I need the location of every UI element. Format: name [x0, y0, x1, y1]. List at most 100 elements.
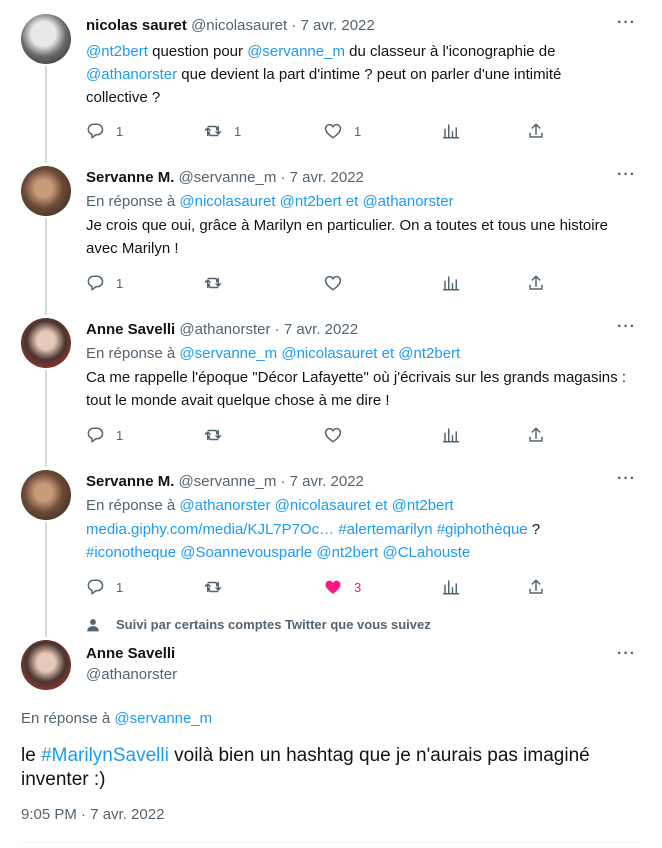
tweet[interactable]: nicolas sauret @nicolasauret · 7 avr. 20…	[0, 0, 662, 160]
reply-context: En réponse à @athanorster @nicolasauret …	[86, 496, 454, 516]
tweet[interactable]: Anne Savelli @athanorster · 7 avr. 2022 …	[0, 304, 662, 456]
tweet-link[interactable]: media.giphy.com/media/KJL7P7Oc…	[86, 521, 334, 538]
like-button[interactable]: 3	[324, 577, 361, 597]
retweet-button[interactable]	[204, 273, 234, 293]
tweet-link[interactable]: @servanne_m	[247, 43, 345, 60]
tweet-link[interactable]: #alertemarilyn #giphothèque	[338, 521, 527, 538]
avatar[interactable]	[21, 470, 71, 520]
tweet-actions: 1	[86, 273, 556, 293]
views-icon	[442, 580, 460, 595]
tweet-text: @nt2bert question pour @servanne_m du cl…	[86, 40, 626, 109]
likes-count: 1	[354, 123, 362, 139]
reply-icon	[87, 123, 104, 139]
person-icon	[87, 618, 99, 631]
like-icon	[324, 123, 342, 139]
retweet-icon	[204, 125, 222, 137]
main-tweet-text: le #MarilynSavelli voilà bien un hashtag…	[21, 744, 641, 792]
tweet-actions: 13	[86, 577, 556, 597]
replies-count: 1	[116, 427, 124, 443]
views-button[interactable]	[442, 121, 460, 141]
share-icon	[529, 579, 543, 594]
reply-prefix: En réponse à	[86, 193, 176, 210]
retweet-icon	[204, 277, 222, 289]
reply-button[interactable]: 1	[86, 425, 123, 445]
reply-handles[interactable]: @servanne_m @nicolasauret et @nt2bert	[179, 345, 460, 362]
author-name[interactable]: Anne Savelli	[86, 321, 175, 338]
retweet-icon	[204, 429, 222, 441]
main-timestamp[interactable]: 9:05 PM · 7 avr. 2022	[21, 806, 164, 823]
more-icon[interactable]: ···	[617, 318, 636, 336]
social-context-text: Suivi par certains comptes Twitter que v…	[116, 617, 431, 632]
separator-dot: ·	[280, 473, 286, 490]
like-icon	[325, 580, 341, 594]
tweet-actions: 1	[86, 425, 556, 445]
reply-handles[interactable]: @athanorster @nicolasauret et @nt2bert	[179, 497, 453, 514]
likes-count: 3	[354, 579, 362, 595]
retweets-count: 1	[234, 123, 242, 139]
share-button[interactable]	[527, 121, 545, 141]
replies-count: 1	[116, 579, 124, 595]
like-button[interactable]	[324, 425, 354, 445]
author-handle[interactable]: @athanorster	[179, 321, 270, 338]
tweet-actions: 1 1 1	[86, 121, 556, 141]
text-segment: du classeur à l'iconographie de	[344, 43, 556, 60]
tweet-link[interactable]: #iconotheque @Soannevousparle @nt2bert @…	[86, 544, 470, 561]
text-segment: Je crois que oui, grâce à Marilyn en par…	[86, 217, 608, 257]
hashtag-link[interactable]: #MarilynSavelli	[41, 745, 169, 766]
tweet-date[interactable]: 7 avr. 2022	[290, 169, 364, 186]
share-button[interactable]	[527, 425, 545, 445]
tweet-date[interactable]: 7 avr. 2022	[290, 473, 364, 490]
separator-dot: ·	[280, 169, 286, 186]
reply-prefix: En réponse à	[21, 710, 111, 727]
tweet-date[interactable]: 7 avr. 2022	[284, 321, 358, 338]
retweet-button[interactable]: 1	[204, 121, 241, 141]
reply-handles[interactable]: @nicolasauret @nt2bert et @athanorster	[179, 193, 453, 210]
like-button[interactable]: 1	[324, 121, 361, 141]
views-button[interactable]	[442, 577, 460, 597]
replies-count: 1	[116, 275, 124, 291]
reply-handle[interactable]: @servanne_m	[114, 710, 212, 727]
author-name[interactable]: Servanne M.	[86, 473, 174, 490]
like-icon	[324, 427, 342, 443]
more-icon[interactable]: ···	[617, 14, 636, 32]
retweet-button[interactable]	[204, 425, 234, 445]
like-button[interactable]	[324, 273, 354, 293]
more-icon[interactable]: ···	[617, 645, 636, 663]
reply-icon	[87, 427, 104, 443]
separator-dot: ·	[274, 321, 280, 338]
reply-button[interactable]: 1	[86, 273, 123, 293]
text-segment: Ca me rappelle l'époque "Décor Lafayette…	[86, 369, 626, 409]
separator-dot: ·	[291, 17, 297, 34]
author-handle[interactable]: @nicolasauret	[191, 17, 287, 34]
tweet[interactable]: Servanne M. @servanne_m · 7 avr. 2022 ··…	[0, 456, 662, 608]
tweet-link[interactable]: @nt2bert	[86, 43, 148, 60]
reply-button[interactable]: 1	[86, 577, 123, 597]
share-icon	[529, 123, 543, 138]
share-button[interactable]	[527, 273, 545, 293]
views-icon	[442, 124, 460, 139]
tweet-link[interactable]: @athanorster	[86, 66, 177, 83]
author-name[interactable]: Servanne M.	[86, 169, 174, 186]
avatar[interactable]	[21, 14, 71, 64]
reply-button[interactable]: 1	[86, 121, 123, 141]
avatar[interactable]	[21, 640, 71, 690]
author-name[interactable]: nicolas sauret	[86, 17, 187, 34]
author-handle[interactable]: @servanne_m	[179, 473, 277, 490]
tweet[interactable]: Servanne M. @servanne_m · 7 avr. 2022 ··…	[0, 152, 662, 304]
avatar[interactable]	[21, 166, 71, 216]
avatar[interactable]	[21, 318, 71, 368]
tweet-date[interactable]: 7 avr. 2022	[301, 17, 375, 34]
views-button[interactable]	[442, 425, 460, 445]
main-author-name[interactable]: Anne Savelli	[86, 645, 175, 662]
retweet-button[interactable]	[204, 577, 234, 597]
share-button[interactable]	[527, 577, 545, 597]
reply-context: En réponse à @servanne_m @nicolasauret e…	[86, 344, 460, 364]
views-icon	[442, 428, 460, 443]
text-segment: question pour	[147, 43, 248, 60]
more-icon[interactable]: ···	[617, 166, 636, 184]
main-author-handle[interactable]: @athanorster	[86, 666, 177, 683]
more-icon[interactable]: ···	[617, 470, 636, 488]
author-handle[interactable]: @servanne_m	[179, 169, 277, 186]
views-button[interactable]	[442, 273, 460, 293]
tweet-text: media.giphy.com/media/KJL7P7Oc… #alertem…	[86, 518, 626, 564]
